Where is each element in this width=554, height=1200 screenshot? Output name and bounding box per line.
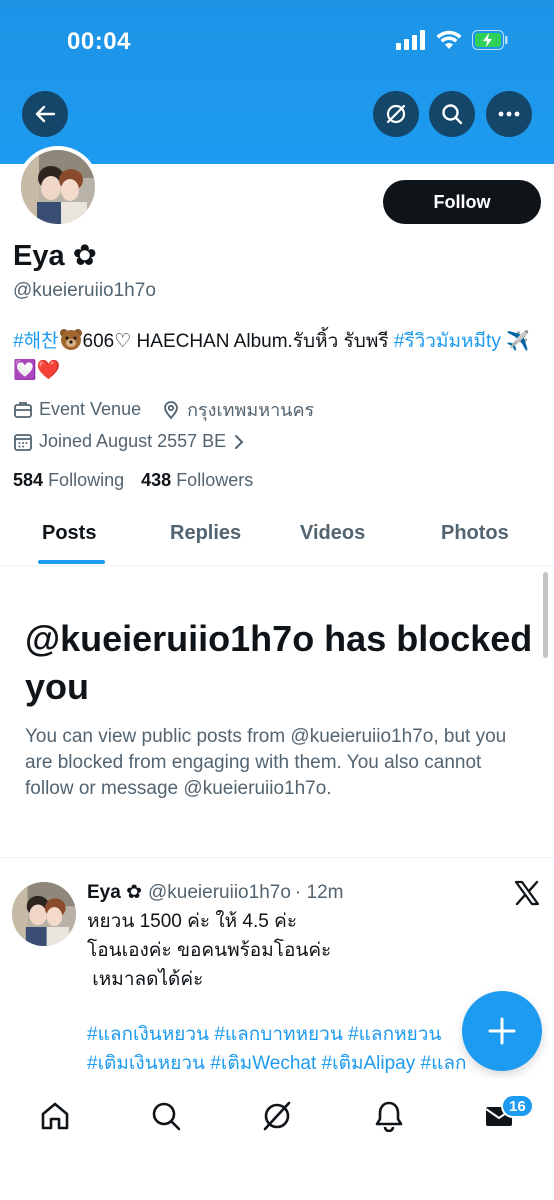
blocked-title: @kueieruiio1h7o has blocked you bbox=[25, 618, 533, 707]
briefcase-icon bbox=[14, 401, 32, 418]
nav-grok[interactable] bbox=[259, 1098, 295, 1134]
profile-name: Eya ✿ bbox=[13, 240, 97, 272]
grok-button[interactable] bbox=[373, 91, 419, 137]
status-icons bbox=[396, 30, 508, 50]
profile-stats: 584 Following 438 Followers bbox=[13, 470, 253, 491]
grok-icon bbox=[386, 104, 406, 124]
profile-category: Event Venue กรุงเทพมหานคร bbox=[13, 395, 314, 424]
following-link[interactable]: 584 Following bbox=[13, 470, 124, 490]
search-icon bbox=[442, 104, 463, 125]
more-icon bbox=[498, 111, 520, 117]
post-line: เหมาลดได้ค่ะ bbox=[87, 969, 204, 990]
profile-joined[interactable]: Joined August 2557 BE bbox=[13, 431, 252, 452]
profile-tabs: Posts Replies Videos Photos bbox=[0, 510, 554, 566]
chevron-right-icon bbox=[235, 434, 244, 449]
nav-search[interactable] bbox=[148, 1098, 184, 1134]
bio-text: 606♡ HAECHAN Album.รับหิ้ว รับพรี bbox=[82, 331, 394, 352]
active-tab-indicator bbox=[38, 560, 105, 564]
post-line: โอนเองค่ะ ขอคนพร้อมโอนค่ะ bbox=[87, 940, 332, 961]
category-label: Event Venue bbox=[39, 399, 142, 419]
calendar-icon bbox=[14, 433, 32, 451]
back-button[interactable] bbox=[22, 91, 68, 137]
bio-hashtag-haechan[interactable]: #해찬 bbox=[13, 331, 59, 352]
search-button[interactable] bbox=[429, 91, 475, 137]
bottom-navigation bbox=[0, 1078, 554, 1200]
nav-home[interactable] bbox=[37, 1098, 73, 1134]
messages-badge: 16 bbox=[501, 1094, 534, 1118]
location-label: กรุงเทพมหานคร bbox=[187, 400, 315, 420]
section-divider bbox=[0, 857, 554, 858]
following-label: Following bbox=[48, 470, 125, 490]
follow-button[interactable]: Follow bbox=[383, 180, 541, 224]
post-text: หยวน 1500 ค่ะ ให้ 4.5 ค่ะ โอนเองค่ะ ขอคน… bbox=[87, 907, 527, 994]
tab-posts[interactable]: Posts bbox=[42, 522, 96, 545]
battery-charging-icon bbox=[472, 30, 508, 50]
bell-icon bbox=[375, 1101, 403, 1132]
x-logo-icon bbox=[514, 880, 540, 906]
tab-photos[interactable]: Photos bbox=[441, 522, 509, 545]
post-header: Eya ✿ @kueieruiio1h7o · 12m bbox=[87, 881, 343, 904]
location-pin-icon bbox=[164, 400, 178, 419]
bio-hashtag-review[interactable]: #รีวิวมัมหมีty bbox=[394, 331, 501, 352]
profile-handle: @kueieruiio1h7o bbox=[13, 280, 156, 301]
tab-replies[interactable]: Replies bbox=[170, 522, 241, 545]
grok-icon bbox=[263, 1101, 291, 1131]
home-icon bbox=[41, 1102, 69, 1130]
post-author[interactable]: Eya ✿ bbox=[87, 881, 142, 904]
status-bar: 00:04 bbox=[0, 0, 554, 80]
blocked-description: You can view public posts from @kueierui… bbox=[25, 726, 507, 799]
post-handle[interactable]: @kueieruiio1h7o bbox=[148, 882, 291, 904]
following-count: 584 bbox=[13, 470, 44, 490]
wifi-icon bbox=[436, 30, 462, 49]
post-hashtags[interactable]: #แลกเงินหยวน #แลกบาทหยวน #แลกหยวน #เติมเ… bbox=[87, 1020, 487, 1080]
signal-icon bbox=[396, 30, 425, 50]
bear-emoji-icon bbox=[59, 329, 82, 350]
scrollbar[interactable] bbox=[543, 572, 548, 658]
post-line: หยวน 1500 ค่ะ ให้ 4.5 ค่ะ bbox=[87, 911, 298, 932]
search-icon bbox=[152, 1102, 181, 1131]
post-avatar[interactable] bbox=[12, 882, 76, 946]
arrow-left-icon bbox=[35, 105, 56, 123]
followers-link[interactable]: 438 Followers bbox=[141, 470, 253, 490]
profile-bio: #해찬 606♡ HAECHAN Album.รับหิ้ว รับพรี #รี… bbox=[13, 327, 533, 385]
compose-post-button[interactable] bbox=[462, 991, 542, 1071]
more-button[interactable] bbox=[486, 91, 532, 137]
avatar-photo bbox=[12, 882, 76, 946]
joined-label: Joined August 2557 BE bbox=[39, 431, 227, 451]
tab-videos[interactable]: Videos bbox=[300, 522, 365, 545]
profile-avatar[interactable] bbox=[17, 146, 99, 228]
followers-label: Followers bbox=[176, 470, 254, 490]
post-time: · 12m bbox=[294, 881, 344, 903]
avatar-photo bbox=[21, 150, 95, 224]
nav-notifications[interactable] bbox=[371, 1098, 407, 1134]
plus-icon bbox=[488, 1017, 516, 1045]
status-time: 00:04 bbox=[67, 28, 131, 55]
followers-count: 438 bbox=[141, 470, 172, 490]
